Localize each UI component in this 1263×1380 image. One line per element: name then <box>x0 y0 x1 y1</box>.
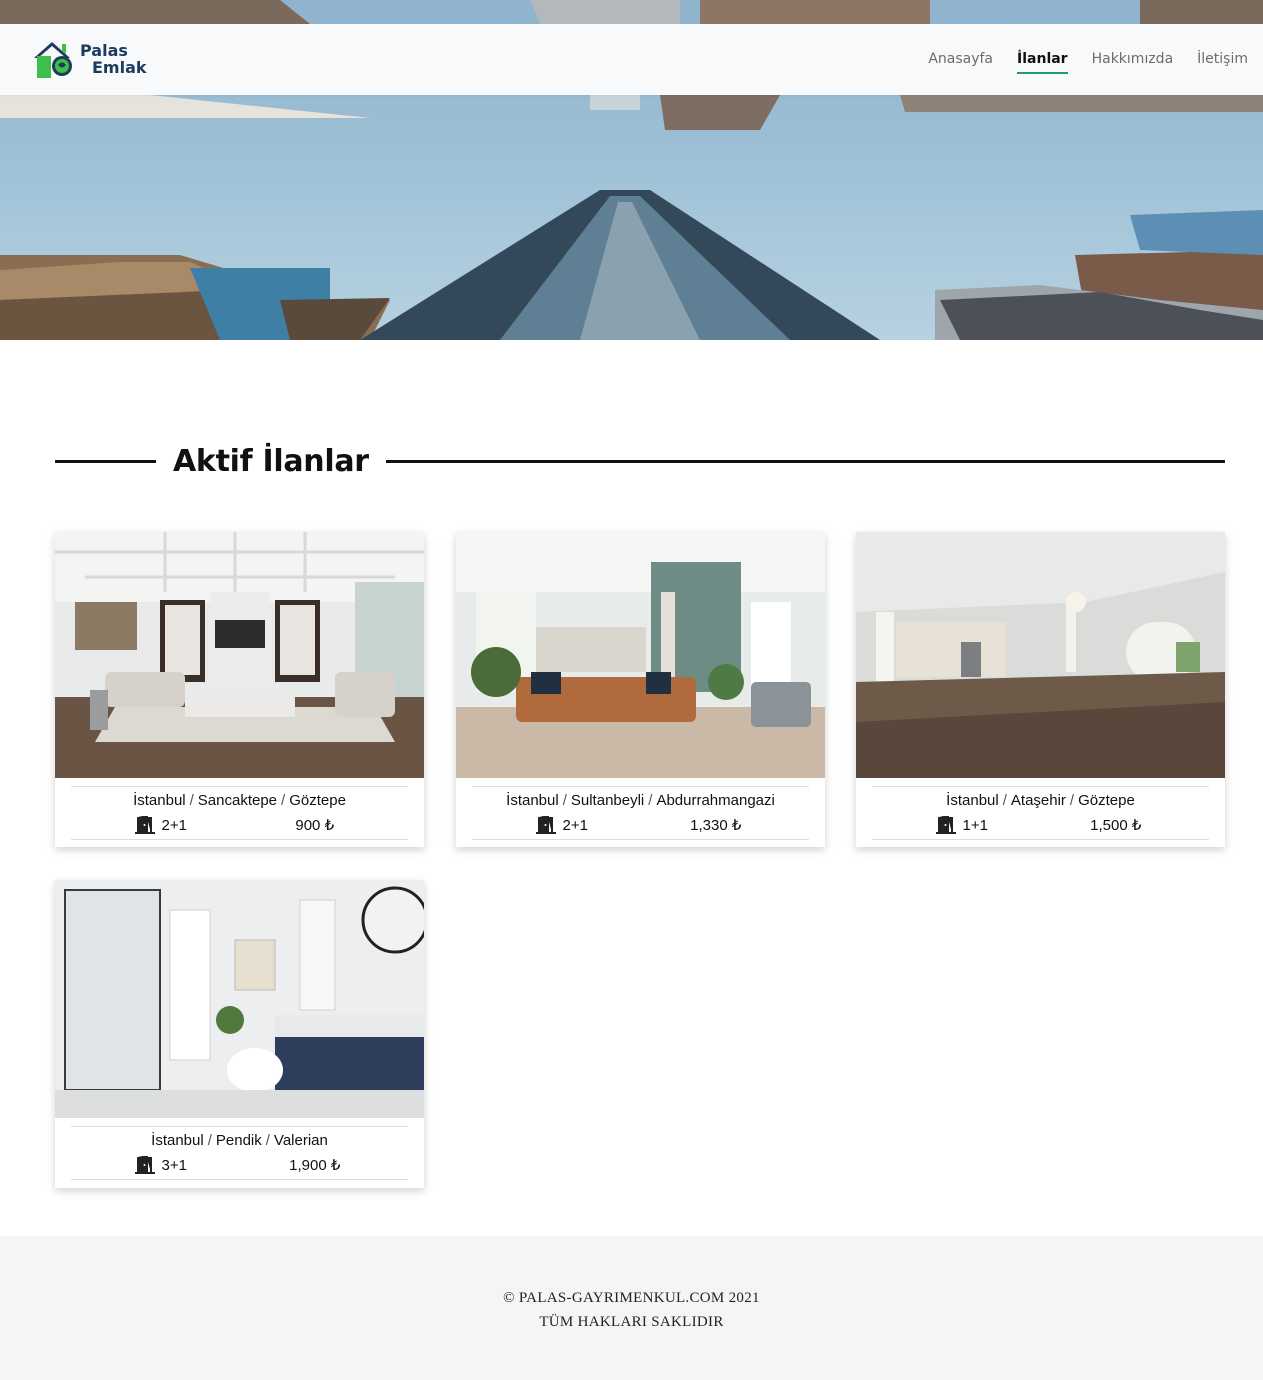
listing-price: 900 ₺ <box>295 817 335 834</box>
listing-location: İstanbul / Sancaktepe / Göztepe <box>71 790 408 812</box>
listing-price: 1,500 ₺ <box>1090 817 1142 834</box>
listing-details: İstanbul / Pendik / Valerian 3+1 1,900 ₺ <box>71 1126 408 1180</box>
house-logo-icon <box>34 42 72 78</box>
location-district: Pendik <box>215 1132 262 1149</box>
section-title: Aktif İlanlar <box>173 443 369 479</box>
nav-about[interactable]: Hakkımızda <box>1092 47 1174 72</box>
listing-card[interactable]: İstanbul / Sancaktepe / Göztepe 2+1 900 ₺ <box>55 532 424 847</box>
brand-logo[interactable]: Palas Emlak <box>32 38 150 80</box>
listing-rooms: 2+1 <box>71 816 240 834</box>
location-neighborhood: Göztepe <box>1078 792 1135 809</box>
listing-photo-open-kitchen[interactable] <box>856 532 1225 778</box>
nav-listings[interactable]: İlanlar <box>1017 47 1068 74</box>
rooms-value: 1+1 <box>962 816 988 834</box>
footer: © PALAS-GAYRIMENKUL.COM 2021 TÜM HAKLARI… <box>0 1236 1263 1380</box>
listing-details: İstanbul / Ataşehir / Göztepe 1+1 1,500 ₺ <box>872 786 1209 840</box>
rooms-value: 3+1 <box>161 1156 187 1174</box>
listing-location: İstanbul / Pendik / Valerian <box>71 1130 408 1152</box>
location-neighborhood: Valerian <box>273 1132 328 1149</box>
listing-location: İstanbul / Sultanbeyli / Abdurrahmangazi <box>472 790 809 812</box>
listing-price: 1,330 ₺ <box>690 817 742 834</box>
location-separator: / <box>207 1132 212 1149</box>
nav-home[interactable]: Anasayfa <box>928 47 993 72</box>
location-separator: / <box>648 792 653 809</box>
footer-rights: TÜM HAKLARI SAKLIDIR <box>539 1314 724 1330</box>
location-separator: / <box>281 792 286 809</box>
door-icon <box>935 816 956 834</box>
location-city: İstanbul <box>133 792 186 809</box>
location-neighborhood: Abdurrahmangazi <box>656 792 775 809</box>
listing-rooms: 3+1 <box>71 1156 240 1174</box>
door-icon <box>134 816 155 834</box>
footer-copyright: © PALAS-GAYRIMENKUL.COM 2021 <box>503 1290 760 1306</box>
heading-divider-left <box>55 459 156 463</box>
listing-card[interactable]: İstanbul / Sultanbeyli / Abdurrahmangazi 2+1… <box>456 532 825 847</box>
brand-name: Palas Emlak <box>80 42 147 76</box>
rooms-value: 2+1 <box>161 816 187 834</box>
listing-location: İstanbul / Ataşehir / Göztepe <box>872 790 1209 812</box>
listing-card[interactable]: İstanbul / Ataşehir / Göztepe 1+1 1,500 ₺ <box>856 532 1225 847</box>
listing-meta: 2+1 1,330 ₺ <box>472 812 809 838</box>
navbar: Palas Emlak Anasayfa İlanlar Hakkımızda … <box>0 24 1263 95</box>
location-district: Sultanbeyli <box>570 792 645 809</box>
location-city: İstanbul <box>151 1132 204 1149</box>
heading-divider-right <box>385 459 1225 463</box>
main-nav: Anasayfa İlanlar Hakkımızda İletişim <box>904 24 1248 95</box>
listing-card[interactable]: İstanbul / Pendik / Valerian 3+1 1,900 ₺ <box>55 880 424 1188</box>
listing-rooms: 1+1 <box>872 816 1041 834</box>
listing-price: 1,900 ₺ <box>289 1157 341 1174</box>
door-icon <box>134 1156 155 1174</box>
rooms-value: 2+1 <box>562 816 588 834</box>
location-separator: / <box>1002 792 1007 809</box>
nav-contact[interactable]: İletişim <box>1197 47 1248 72</box>
location-district: Ataşehir <box>1010 792 1066 809</box>
location-separator: / <box>265 1132 270 1149</box>
location-separator: / <box>562 792 567 809</box>
listing-rooms: 2+1 <box>472 816 641 834</box>
location-city: İstanbul <box>946 792 999 809</box>
listing-meta: 2+1 900 ₺ <box>71 812 408 838</box>
listing-meta: 1+1 1,500 ₺ <box>872 812 1209 838</box>
listing-photo-bathroom[interactable] <box>55 880 424 1118</box>
location-city: İstanbul <box>506 792 559 809</box>
brand-line2: Emlak <box>92 58 147 77</box>
listing-meta: 3+1 1,900 ₺ <box>71 1152 408 1178</box>
section-heading: Aktif İlanlar <box>55 438 1225 484</box>
location-separator: / <box>1069 792 1075 809</box>
location-district: Sancaktepe <box>197 792 278 809</box>
listing-photo-living-room[interactable] <box>55 532 424 778</box>
location-neighborhood: Göztepe <box>289 792 346 809</box>
listing-details: İstanbul / Sancaktepe / Göztepe 2+1 900 ₺ <box>71 786 408 840</box>
listing-details: İstanbul / Sultanbeyli / Abdurrahmangazi 2+1… <box>472 786 809 840</box>
listing-photo-living-room[interactable] <box>456 532 825 778</box>
location-separator: / <box>189 792 194 809</box>
door-icon <box>535 816 556 834</box>
